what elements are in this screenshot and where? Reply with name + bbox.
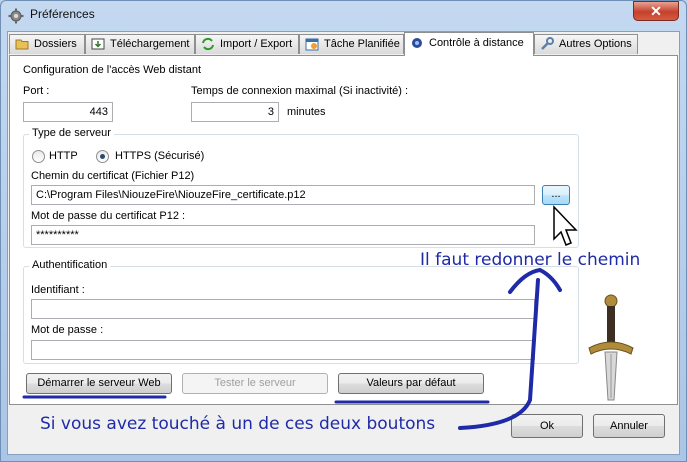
buttons-hint-annotation: Si vous avez touché à un de ces deux bou…: [40, 414, 436, 434]
cursor-icon: [552, 205, 578, 250]
annotation-arrow: [22, 267, 562, 430]
path-hint-annotation: Il faut redonner le chemin: [420, 250, 641, 270]
